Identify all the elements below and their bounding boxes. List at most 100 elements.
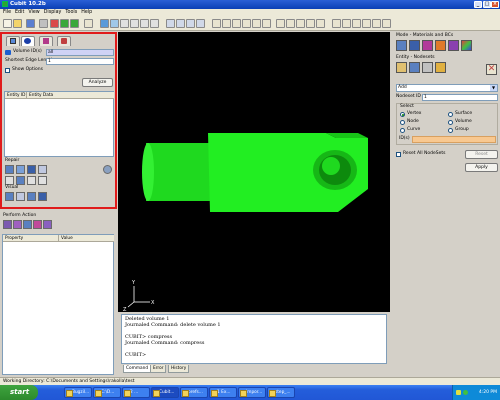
repair-split-icon[interactable] — [16, 176, 25, 185]
visual-select-icon[interactable] — [27, 192, 36, 201]
cube-outline-icon[interactable] — [110, 19, 119, 28]
menu-edit[interactable]: Edit — [15, 9, 24, 17]
column-header-entity-data[interactable]: Entity Data — [27, 92, 114, 99]
tray-status-icon[interactable] — [463, 390, 468, 395]
volume-id-field[interactable]: all — [46, 49, 114, 56]
taskbar-item[interactable]: step_... — [267, 387, 295, 398]
chevron-down-icon[interactable]: ▼ — [490, 85, 497, 91]
new-file-icon[interactable] — [3, 19, 12, 28]
play-icon[interactable] — [60, 19, 69, 28]
column-header-entity-id[interactable]: Entity ID — [5, 92, 27, 99]
entity-nodeset-icon[interactable] — [396, 62, 407, 73]
mode-analysis-icon[interactable] — [461, 40, 472, 51]
node-radio[interactable] — [400, 120, 405, 125]
entity-block-icon[interactable] — [422, 62, 433, 73]
zoom-box-icon[interactable] — [306, 19, 315, 28]
print-icon[interactable] — [39, 19, 48, 28]
taskbar-item[interactable]: 1 Ex... — [209, 387, 237, 398]
menu-help[interactable]: Help — [81, 9, 92, 17]
tray-network-icon[interactable] — [456, 390, 461, 395]
zoom-icon[interactable] — [296, 19, 305, 28]
nodeset-id-field[interactable]: 1 — [422, 94, 498, 101]
front-view-icon[interactable] — [222, 19, 231, 28]
mode-geometry-icon[interactable] — [396, 40, 407, 51]
visual-draw-icon[interactable] — [16, 192, 25, 201]
reset-button[interactable]: Reset — [465, 150, 498, 159]
vertex-icon[interactable] — [140, 19, 149, 28]
top-view-icon[interactable] — [232, 19, 241, 28]
wireframe-icon[interactable] — [176, 19, 185, 28]
repair-collapse-icon[interactable] — [38, 176, 47, 185]
surface-radio[interactable] — [448, 112, 453, 117]
repair-surface-icon[interactable] — [16, 165, 25, 174]
shortest-edge-field[interactable]: 1 — [46, 58, 114, 65]
entity-table[interactable]: Entity ID Entity Data — [4, 91, 114, 157]
repair-merge-icon[interactable] — [5, 176, 14, 185]
menu-file[interactable]: File — [3, 9, 11, 17]
perspective-icon[interactable] — [342, 19, 351, 28]
tab-command[interactable]: Command — [123, 365, 152, 373]
action-icon-1[interactable] — [3, 220, 12, 229]
group-radio[interactable] — [448, 128, 453, 133]
volume-radio[interactable] — [448, 120, 453, 125]
visual-highlight-icon[interactable] — [5, 192, 14, 201]
taskbar-item[interactable]: Impor... — [238, 387, 266, 398]
shaded-view-icon[interactable] — [166, 19, 175, 28]
record-icon[interactable] — [50, 19, 59, 28]
tab-history[interactable]: History — [168, 365, 190, 373]
start-button[interactable]: start — [0, 385, 38, 400]
center-icon[interactable] — [352, 19, 361, 28]
action-icon-4[interactable] — [33, 220, 42, 229]
model-view[interactable]: Y Z X — [118, 32, 390, 313]
tab-error[interactable]: Error — [150, 365, 167, 373]
column-header-value[interactable]: Value — [59, 235, 114, 242]
minimize-button[interactable]: _ — [474, 1, 482, 8]
menu-view[interactable]: View — [28, 9, 39, 17]
ids-field[interactable] — [412, 136, 496, 143]
open-folder-icon[interactable] — [13, 19, 22, 28]
curve-radio[interactable] — [400, 128, 405, 133]
hidden-line-icon[interactable] — [186, 19, 195, 28]
grid-icon[interactable] — [372, 19, 381, 28]
show-options-checkbox[interactable] — [5, 68, 10, 73]
transparent-icon[interactable] — [196, 19, 205, 28]
repair-curve-icon[interactable] — [27, 165, 36, 174]
entity-sideset-icon[interactable] — [409, 62, 420, 73]
visual-label-icon[interactable] — [38, 192, 47, 201]
step-icon[interactable] — [70, 19, 79, 28]
fit-view-icon[interactable] — [316, 19, 325, 28]
vertex-radio[interactable] — [400, 112, 405, 117]
action-icon-5[interactable] — [43, 220, 52, 229]
axis-icon[interactable] — [332, 19, 341, 28]
taskbar-item-active[interactable]: Cubit... — [151, 387, 179, 398]
entity-group-icon[interactable] — [435, 62, 446, 73]
side-view-icon[interactable] — [242, 19, 251, 28]
mode-boundary-icon[interactable] — [448, 40, 459, 51]
repair-remove-icon[interactable] — [27, 176, 36, 185]
measure-icon[interactable] — [362, 19, 371, 28]
repair-tool-icon[interactable] — [5, 165, 14, 174]
graphics-viewport[interactable]: Y Z X — [118, 32, 390, 313]
taskbar-item[interactable]: 2 ... — [122, 387, 150, 398]
bottom-view-icon[interactable] — [262, 19, 271, 28]
mode-block-icon[interactable] — [422, 40, 433, 51]
mode-mesh-icon[interactable] — [409, 40, 420, 51]
taskbar-item[interactable]: C:\D... — [93, 387, 121, 398]
select-arrow-icon[interactable] — [84, 19, 93, 28]
cube-icon[interactable] — [100, 19, 109, 28]
repair-edit-icon[interactable] — [38, 165, 47, 174]
taskbar-item[interactable]: prefs... — [180, 387, 208, 398]
repair-options-icon[interactable] — [103, 165, 112, 174]
pan-icon[interactable] — [286, 19, 295, 28]
back-view-icon[interactable] — [252, 19, 261, 28]
analyze-button[interactable]: Analyze — [82, 78, 113, 87]
rotate-icon[interactable] — [276, 19, 285, 28]
property-table[interactable]: Property Value — [2, 234, 114, 375]
reset-nodesets-checkbox[interactable] — [396, 152, 401, 157]
crosshair-icon[interactable] — [382, 19, 391, 28]
isometric-icon[interactable] — [212, 19, 221, 28]
console-output[interactable]: Deleted volume 1 Journaled Command: dele… — [121, 314, 387, 364]
column-header-property[interactable]: Property — [3, 235, 59, 242]
action-icon-2[interactable] — [13, 220, 22, 229]
action-icon-3[interactable] — [23, 220, 32, 229]
